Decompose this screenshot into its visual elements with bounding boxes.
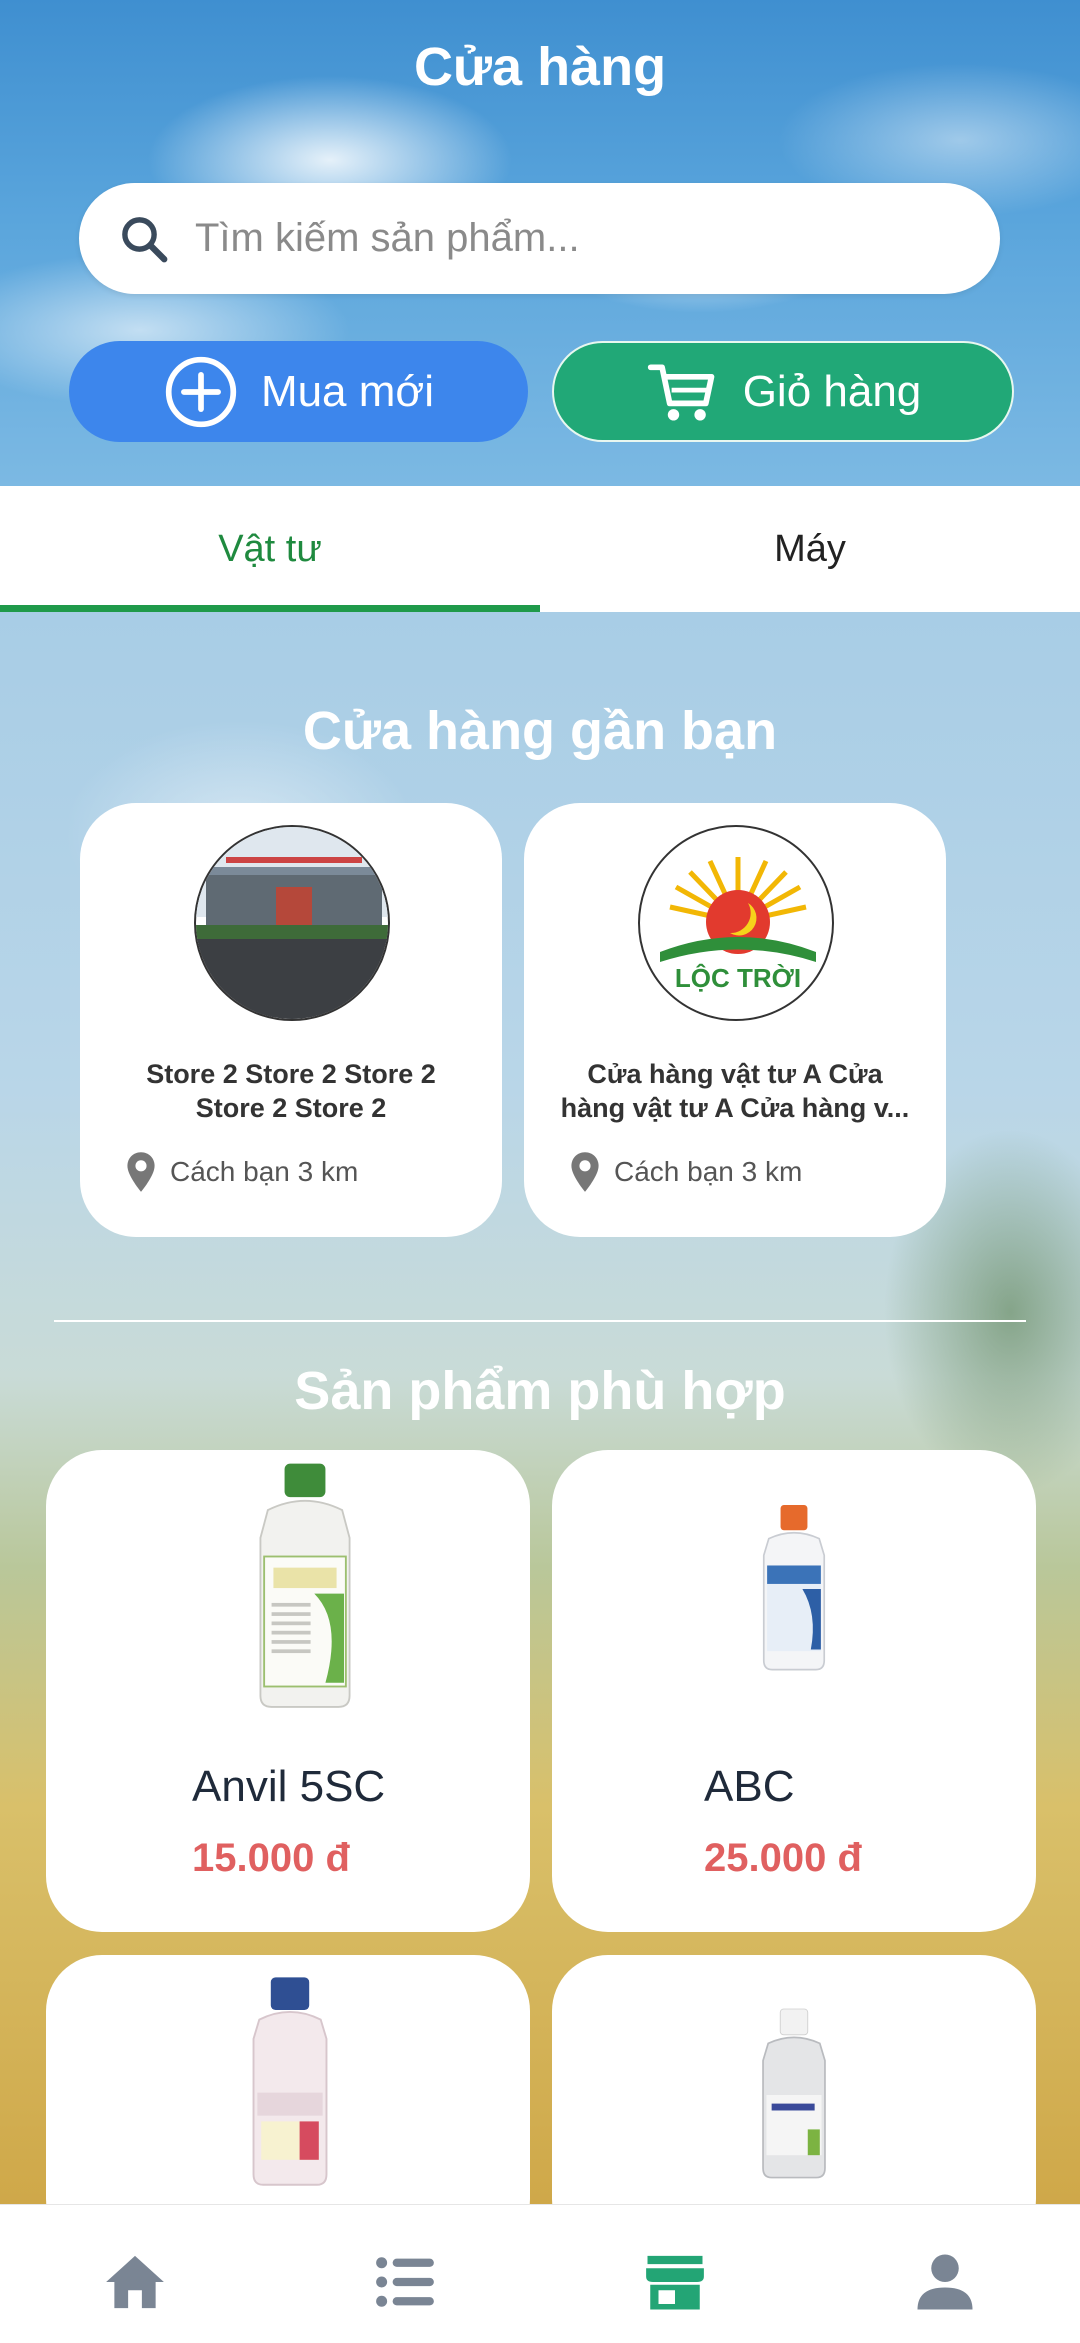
search-input[interactable]: [195, 216, 975, 261]
tab-machines[interactable]: Máy: [540, 486, 1080, 612]
nearby-stores-title: Cửa hàng gần bạn: [302, 701, 778, 761]
nav-home[interactable]: [102, 2249, 168, 2315]
nav-profile[interactable]: [912, 2249, 978, 2315]
page-title: Cửa hàng: [413, 37, 667, 97]
product-card[interactable]: ABC 25.000 đ: [552, 1450, 1036, 1932]
product-image: [762, 2008, 826, 2179]
store-logo-text: LỘC TRỜI: [674, 963, 802, 993]
store-name: Store 2 Store 2 Store 2 Store 2 Store 2: [146, 1059, 436, 1123]
store-distance-text: Cách bạn 3 km: [170, 1156, 359, 1187]
bottom-nav: [0, 2204, 1080, 2343]
search-bar[interactable]: [79, 183, 1000, 294]
store-card[interactable]: Store 2 Store 2 Store 2 Store 2 Store 2 …: [80, 803, 502, 1237]
store-card[interactable]: LỘC TRỜI Cửa hàng vật tư A Cửa hàng vật …: [524, 803, 946, 1237]
nav-store[interactable]: [642, 2249, 708, 2315]
nav-list[interactable]: [372, 2249, 438, 2315]
cart-icon: [647, 363, 715, 420]
section-divider: [54, 1320, 1026, 1322]
product-image: [762, 1505, 826, 1671]
home-icon: [106, 2255, 164, 2309]
suggested-products-title: Sản phẩm phù hợp: [294, 1361, 786, 1421]
plus-circle-icon: [165, 356, 237, 427]
search-icon: [122, 216, 168, 262]
buy-new-label: Mua mới: [260, 366, 435, 416]
store-distance: Cách bạn 3 km: [126, 1151, 358, 1193]
location-pin-icon: [127, 1152, 155, 1192]
product-card[interactable]: Anvil 5SC 15.000 đ: [46, 1450, 530, 1932]
user-icon: [917, 2254, 973, 2310]
store-logo: LỘC TRỜI: [638, 825, 834, 1021]
product-image: [259, 1463, 351, 1708]
tab-supplies-label: Vật tư: [218, 527, 322, 570]
tab-bar: Vật tư Máy: [0, 486, 1080, 612]
list-icon: [376, 2257, 434, 2307]
header: Cửa hàng Mua mới Giỏ hàng: [0, 0, 1080, 486]
location-pin-icon: [571, 1152, 599, 1192]
cart-label: Giỏ hàng: [742, 366, 922, 416]
tab-active-indicator: [0, 605, 540, 612]
tab-supplies[interactable]: Vật tư: [0, 486, 540, 612]
cart-button[interactable]: Giỏ hàng: [552, 341, 1014, 442]
store-name: Cửa hàng vật tư A Cửa hàng vật tư A Cửa …: [560, 1059, 910, 1123]
store-icon: [646, 2255, 704, 2310]
product-name: Anvil 5SC: [192, 1762, 386, 1811]
buy-new-button[interactable]: Mua mới: [69, 341, 528, 442]
product-name: ABC: [704, 1762, 795, 1811]
product-price: 15.000 đ: [192, 1836, 350, 1880]
store-photo: [194, 825, 390, 1021]
product-image: [252, 1977, 328, 2186]
tab-machines-label: Máy: [774, 527, 846, 570]
product-price: 25.000 đ: [704, 1836, 862, 1880]
store-distance-text: Cách bạn 3 km: [614, 1156, 803, 1187]
store-distance: Cách bạn 3 km: [570, 1151, 802, 1193]
